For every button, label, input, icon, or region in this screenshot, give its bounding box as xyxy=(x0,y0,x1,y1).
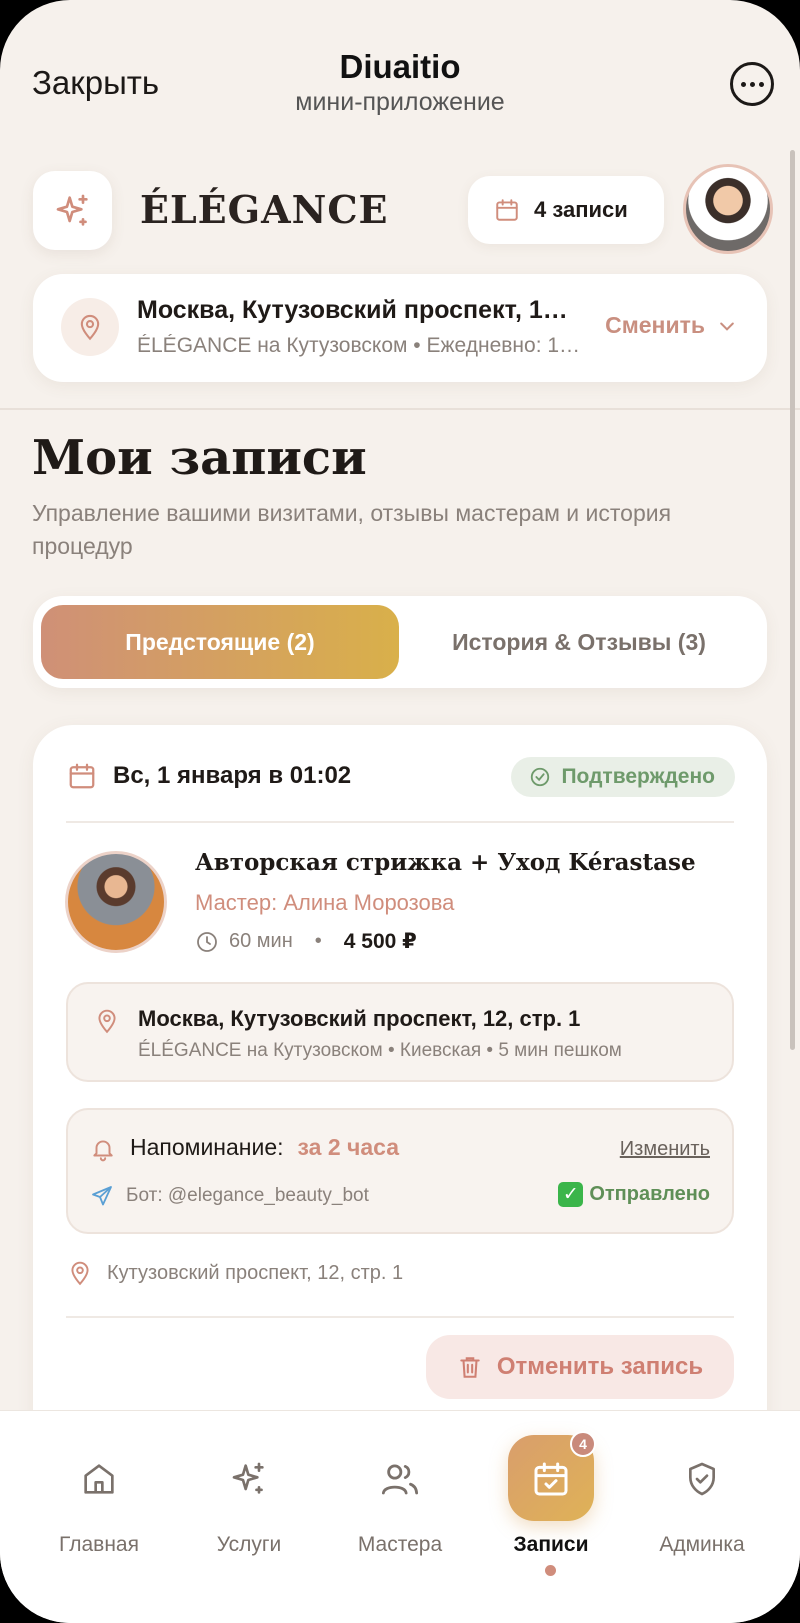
status-label: Подтверждено xyxy=(561,765,715,788)
brand-name: ÉLÉGANCE xyxy=(140,187,389,232)
nav-services-label: Услуги xyxy=(216,1533,282,1556)
clock-icon xyxy=(197,931,217,952)
location-subtitle: ÉLÉGANCE на Кутузовском • Ежедневно: 10:… xyxy=(137,334,587,357)
separator-dot: • xyxy=(314,930,322,952)
logo-button[interactable] xyxy=(33,171,112,250)
appointment-card: Вс, 1 января в 01:02 Подтверждено Авторс… xyxy=(33,725,767,1485)
cancel-booking-button[interactable]: Отменить запись xyxy=(426,1335,734,1399)
nav-admin-label: Админка xyxy=(659,1533,745,1556)
address-subtitle: ÉLÉGANCE на Кутузовском • Киевская • 5 м… xyxy=(138,1040,622,1061)
scrollbar[interactable] xyxy=(790,150,795,1050)
edit-reminder-link[interactable]: Изменить xyxy=(620,1138,710,1161)
active-indicator-dot xyxy=(545,1565,556,1576)
location-pin-icon xyxy=(71,1261,89,1286)
telegram-send-icon xyxy=(92,1186,112,1206)
tab-upcoming[interactable]: Предстоящие (2) xyxy=(41,605,399,679)
users-icon xyxy=(381,1464,419,1495)
more-dots-icon xyxy=(740,81,746,87)
booking-tabs: Предстоящие (2) История & Отзывы (3) xyxy=(33,596,767,688)
app-subtitle: мини-приложение xyxy=(295,88,505,116)
location-pin-icon xyxy=(61,298,119,356)
master-name[interactable]: Мастер: Алина Морозова xyxy=(195,890,454,916)
nav-home[interactable]: Главная xyxy=(24,1451,174,1557)
appointment-meta: 60 мин • 4 500 ₽ xyxy=(195,929,417,954)
tab-history-reviews[interactable]: История & Отзывы (3) xyxy=(399,605,759,679)
nav-bookings[interactable]: Записи xyxy=(476,1451,626,1557)
bookings-count-button[interactable]: 4 записи xyxy=(468,176,664,244)
appointment-date: Вс, 1 января в 01:02 xyxy=(67,761,351,791)
nav-services[interactable]: Услуги xyxy=(174,1451,324,1557)
cancel-booking-label: Отменить запись xyxy=(496,1353,704,1380)
calendar-icon xyxy=(496,199,518,221)
nav-bookings-badge: 4 xyxy=(570,1431,596,1457)
title-block: Diuaitio мини-приложение xyxy=(0,48,800,117)
sparkles-icon xyxy=(232,1462,264,1494)
nav-masters[interactable]: Мастера xyxy=(325,1451,475,1557)
page-title: Мои записи xyxy=(32,430,367,486)
sent-status: ✓ Отправлено xyxy=(558,1182,710,1207)
reminder-box: Напоминание: за 2 часа Изменить Бот: @el… xyxy=(66,1108,734,1234)
location-pin-icon xyxy=(98,1009,116,1034)
reminder-label-text: Напоминание: xyxy=(130,1134,284,1160)
check-circle-icon xyxy=(531,767,550,787)
calendar-icon xyxy=(69,763,95,789)
calendar-check-icon xyxy=(534,1462,568,1496)
page-description: Управление вашими визитами, отзывы масте… xyxy=(32,500,672,559)
change-location-button[interactable]: Сменить xyxy=(605,312,737,339)
bookings-count-label: 4 записи xyxy=(534,197,628,222)
nav-masters-label: Мастера xyxy=(357,1533,443,1556)
user-avatar[interactable] xyxy=(683,164,773,254)
app-title: Diuaitio xyxy=(339,48,461,85)
reminder-value: за 2 часа xyxy=(297,1134,400,1160)
header-divider xyxy=(0,408,800,410)
sparkles-icon xyxy=(56,194,88,226)
status-badge: Подтверждено xyxy=(511,757,735,797)
address-box[interactable]: Москва, Кутузовский проспект, 12, стр. 1… xyxy=(66,982,734,1082)
mini-app-screen: Закрыть Diuaitio мини-приложение ÉLÉGANC… xyxy=(0,0,800,1623)
nav-bookings-label: Записи xyxy=(513,1533,589,1556)
master-photo[interactable] xyxy=(65,851,167,953)
location-title: Москва, Кутузовский проспект, 12, стр. 1 xyxy=(137,296,577,324)
location-card[interactable]: Москва, Кутузовский проспект, 12, стр. 1… xyxy=(33,274,767,382)
address-title: Москва, Кутузовский проспект, 12, стр. 1 xyxy=(138,1006,581,1031)
card-divider xyxy=(66,1316,734,1318)
nav-admin[interactable]: Админка xyxy=(627,1451,777,1557)
top-bar: Закрыть Diuaitio мини-приложение xyxy=(0,40,800,130)
reminder-label: Напоминание: за 2 часа xyxy=(130,1134,399,1161)
nav-home-label: Главная xyxy=(59,1533,139,1556)
short-address: Кутузовский проспект, 12, стр. 1 xyxy=(67,1260,403,1286)
service-title: Авторская стрижка + Уход Kérastase xyxy=(195,849,696,876)
check-mark-icon: ✓ xyxy=(558,1182,584,1207)
duration: 60 мин xyxy=(229,930,293,952)
price: 4 500 ₽ xyxy=(343,930,417,953)
sent-label: Отправлено xyxy=(589,1183,710,1205)
card-divider xyxy=(66,821,734,823)
home-icon xyxy=(84,1464,114,1494)
shield-check-icon xyxy=(689,1462,715,1496)
more-options-button[interactable] xyxy=(730,62,774,106)
bot-handle: Бот: @elegance_beauty_bot xyxy=(126,1185,369,1206)
appointment-date-text: Вс, 1 января в 01:02 xyxy=(113,762,352,789)
bottom-navigation: Главная Услуги Мастера Записи 4 Админка xyxy=(0,1410,800,1623)
bot-line: Бот: @elegance_beauty_bot xyxy=(90,1184,369,1208)
bell-icon xyxy=(93,1140,113,1162)
change-location-label: Сменить xyxy=(605,312,705,338)
trash-icon xyxy=(460,1357,480,1378)
chevron-down-icon xyxy=(720,322,734,331)
short-address-text: Кутузовский проспект, 12, стр. 1 xyxy=(107,1261,404,1284)
